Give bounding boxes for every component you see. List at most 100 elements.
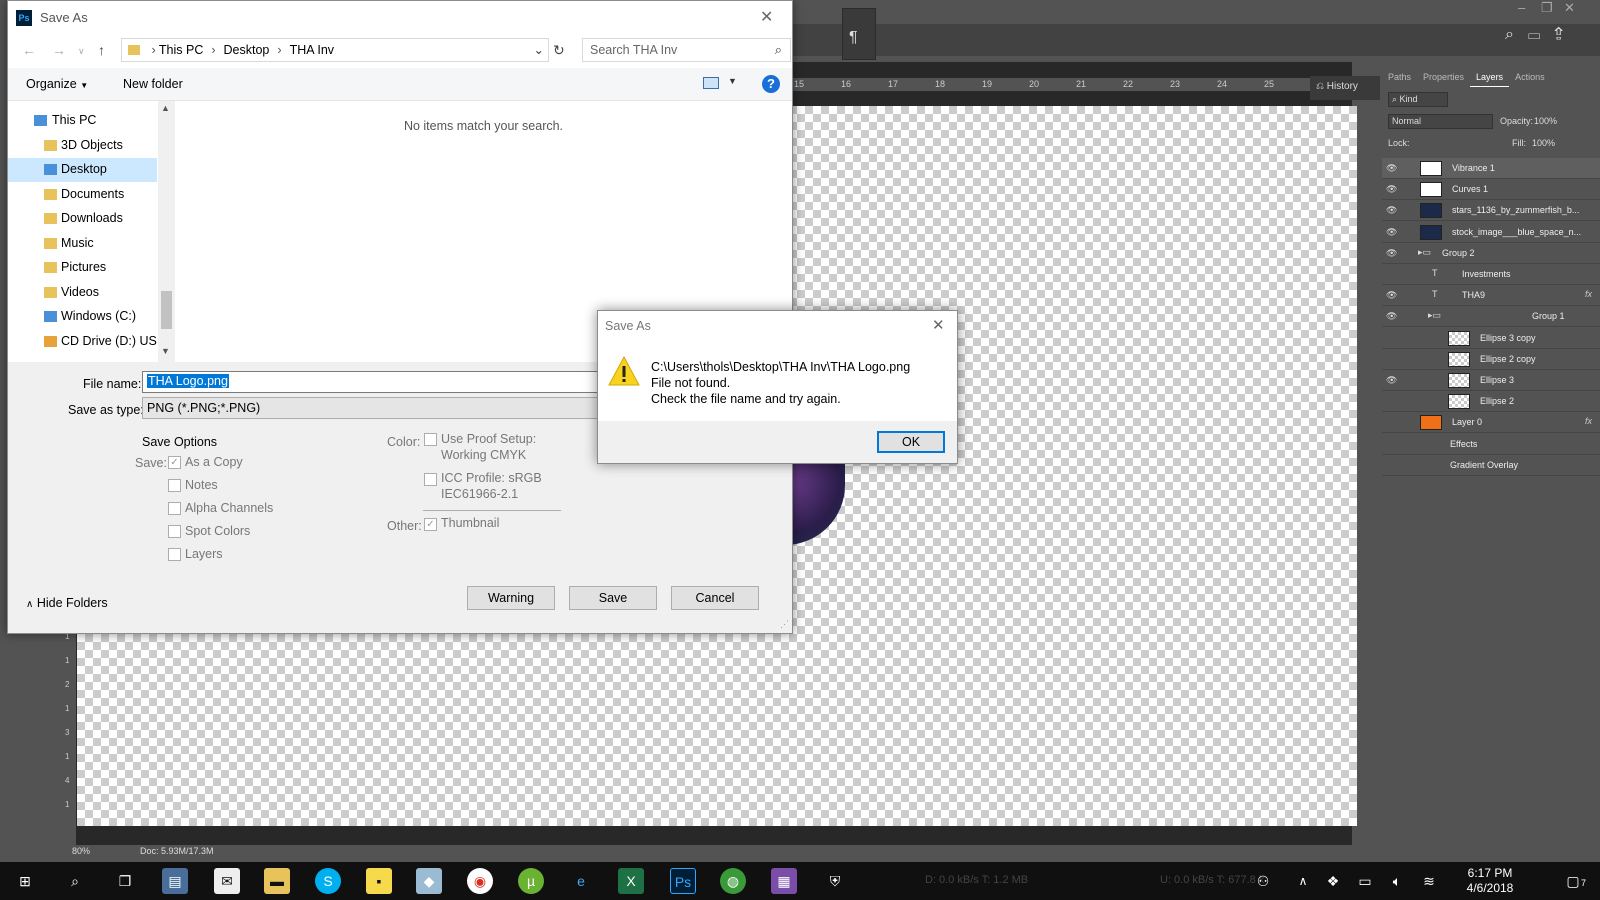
globe-icon[interactable]: ◍ xyxy=(720,868,746,894)
up-arrow-icon[interactable]: ↑ xyxy=(98,42,105,58)
shield-icon[interactable]: ⛨ xyxy=(822,868,848,894)
nav-item[interactable]: Videos xyxy=(8,281,157,305)
layer-row[interactable]: Ellipse 2 copy xyxy=(1382,349,1600,370)
utorrent-icon[interactable]: µ xyxy=(518,868,544,894)
nav-item[interactable]: Pictures xyxy=(8,256,157,280)
layer-row[interactable]: T Investments xyxy=(1382,264,1600,285)
workspace-icons[interactable]: ⌕▭⇪ xyxy=(1505,26,1577,44)
layer-name[interactable]: Ellipse 2 xyxy=(1480,396,1514,406)
warning-button[interactable]: Warning xyxy=(467,586,555,610)
edge-icon[interactable]: e xyxy=(568,868,594,894)
recent-chevron-icon[interactable]: ∨ xyxy=(78,46,85,57)
new-folder-button[interactable]: New folder xyxy=(123,77,183,91)
scroll-up-icon[interactable]: ▲ xyxy=(161,103,170,113)
eye-icon[interactable]: 👁︎ xyxy=(1386,205,1397,216)
clock[interactable]: 6:17 PM 4/6/2018 xyxy=(1455,866,1525,896)
eye-icon[interactable]: 👁︎ xyxy=(1386,290,1397,301)
fx-icon[interactable]: fx xyxy=(1585,416,1592,426)
proof-setup-checkbox[interactable] xyxy=(424,433,437,446)
ok-button[interactable]: OK xyxy=(877,431,945,453)
layer-name[interactable]: Vibrance 1 xyxy=(1452,163,1495,173)
eye-icon[interactable]: 👁︎ xyxy=(1386,375,1397,386)
breadcrumb-item[interactable]: THA Inv xyxy=(290,43,334,57)
chevron-down-icon[interactable]: ▼ xyxy=(728,76,737,86)
battery-icon[interactable]: ▭ xyxy=(1352,868,1378,894)
collapsed-panel[interactable]: ¶ xyxy=(842,8,876,60)
layer-row[interactable]: Layer 0 fx xyxy=(1382,412,1600,434)
nav-item[interactable]: CD Drive (D:) US xyxy=(8,330,157,354)
panel-tab[interactable]: Actions xyxy=(1509,68,1551,86)
layer-name[interactable]: Group 1 xyxy=(1532,311,1565,321)
refresh-icon[interactable]: ↻ xyxy=(553,42,565,59)
zoom-level[interactable]: 80% xyxy=(72,846,90,856)
layer-row[interactable]: 👁︎ Vibrance 1 xyxy=(1382,158,1600,179)
nav-scrollbar[interactable]: ▲ ▼ xyxy=(158,101,175,362)
layer-name[interactable]: Effects xyxy=(1450,439,1477,449)
history-panel-button[interactable]: ⎌ History xyxy=(1310,76,1380,100)
nav-item[interactable]: This PC xyxy=(8,109,157,133)
layer-row[interactable]: 👁︎ ▸▭ Group 1 xyxy=(1382,306,1600,328)
organize-button[interactable]: Organize ▼ xyxy=(26,77,88,91)
save-option-checkbox[interactable] xyxy=(168,479,181,492)
app-icon-3[interactable]: ▦ xyxy=(771,868,797,894)
layer-name[interactable]: Gradient Overlay xyxy=(1450,460,1518,470)
layer-row[interactable]: 👁︎ Curves 1 xyxy=(1382,179,1600,201)
folder-icon[interactable]: ▸▭ xyxy=(1418,247,1431,258)
nav-item[interactable]: 3D Objects xyxy=(8,134,157,158)
save-button[interactable]: Save xyxy=(569,586,657,610)
minimize-icon[interactable]: – xyxy=(1518,0,1525,15)
layer-row[interactable]: Ellipse 2 xyxy=(1382,391,1600,413)
search-icon[interactable]: ⌕ xyxy=(62,868,88,894)
window-close-icon[interactable]: ✕ xyxy=(1564,0,1575,16)
layer-row[interactable]: 👁︎ T THA9 fx xyxy=(1382,285,1600,307)
eye-icon[interactable]: 👁︎ xyxy=(1386,163,1397,174)
restore-icon[interactable]: ❐ xyxy=(1541,0,1553,16)
close-icon[interactable]: ✕ xyxy=(760,7,773,27)
search-input[interactable]: Search THA Inv ⌕ xyxy=(582,38,791,62)
scroll-thumb[interactable] xyxy=(161,291,172,329)
panel-tab[interactable]: Layers xyxy=(1470,68,1510,87)
layer-row[interactable]: 👁︎ ▸▭ Group 2 xyxy=(1382,243,1600,264)
layer-name[interactable]: Ellipse 3 copy xyxy=(1480,333,1536,343)
wifi-icon[interactable]: ≋ xyxy=(1416,868,1442,894)
chevron-down-icon[interactable]: ⌄ xyxy=(534,42,544,57)
eye-icon[interactable]: 👁︎ xyxy=(1386,184,1397,195)
paragraph-icon[interactable]: ¶ xyxy=(849,29,858,47)
panel-tab[interactable]: Paths xyxy=(1382,68,1417,86)
eye-icon[interactable]: 👁︎ xyxy=(1386,311,1397,322)
scroll-down-icon[interactable]: ▼ xyxy=(161,346,170,356)
close-icon[interactable]: ✕ xyxy=(932,316,945,334)
save-option-checkbox[interactable] xyxy=(168,548,181,561)
volume-icon[interactable]: 🔈︎ xyxy=(1384,868,1410,894)
nav-item[interactable]: Downloads xyxy=(8,207,157,231)
blend-mode-select[interactable]: Normal xyxy=(1388,114,1493,129)
fill-value[interactable]: 100% xyxy=(1532,138,1555,148)
layer-name[interactable]: Curves 1 xyxy=(1452,184,1488,194)
layer-name[interactable]: stars_1136_by_zummerfish_b... xyxy=(1452,205,1579,215)
breadcrumb-separator[interactable]: › xyxy=(277,43,281,57)
save-option-checkbox[interactable] xyxy=(168,502,181,515)
breadcrumb-item[interactable]: This PC xyxy=(159,43,203,57)
thumbnail-checkbox[interactable]: ✓ xyxy=(424,518,437,531)
dropbox-icon[interactable]: ❖ xyxy=(1320,868,1346,894)
mail-icon[interactable]: ✉ xyxy=(214,868,240,894)
skype-icon[interactable]: S xyxy=(315,868,341,894)
layer-row[interactable]: Gradient Overlay xyxy=(1382,455,1600,476)
cancel-button[interactable]: Cancel xyxy=(671,586,759,610)
save-option-checkbox[interactable] xyxy=(168,525,181,538)
nav-item[interactable]: Desktop xyxy=(8,158,157,182)
photoshop-icon[interactable]: Ps xyxy=(670,868,696,894)
layer-name[interactable]: Group 2 xyxy=(1442,248,1475,258)
layer-row[interactable]: Effects xyxy=(1382,434,1600,455)
app-icon[interactable]: ▤ xyxy=(162,868,188,894)
back-arrow-icon[interactable]: ← xyxy=(22,42,36,58)
view-options-icon[interactable] xyxy=(703,77,719,89)
layer-name[interactable]: Layer 0 xyxy=(1452,417,1482,427)
chrome-icon[interactable]: ◉ xyxy=(467,868,493,894)
nav-item[interactable]: Documents xyxy=(8,183,157,207)
nav-item[interactable]: Windows (C:) xyxy=(8,305,157,329)
address-bar[interactable]: › This PC › Desktop › THA Inv ⌄ xyxy=(121,38,549,62)
layer-row[interactable]: 👁︎ stock_image___blue_space_n... xyxy=(1382,222,1600,243)
forward-arrow-icon[interactable]: → xyxy=(52,42,66,58)
nav-item[interactable]: Music xyxy=(8,232,157,256)
